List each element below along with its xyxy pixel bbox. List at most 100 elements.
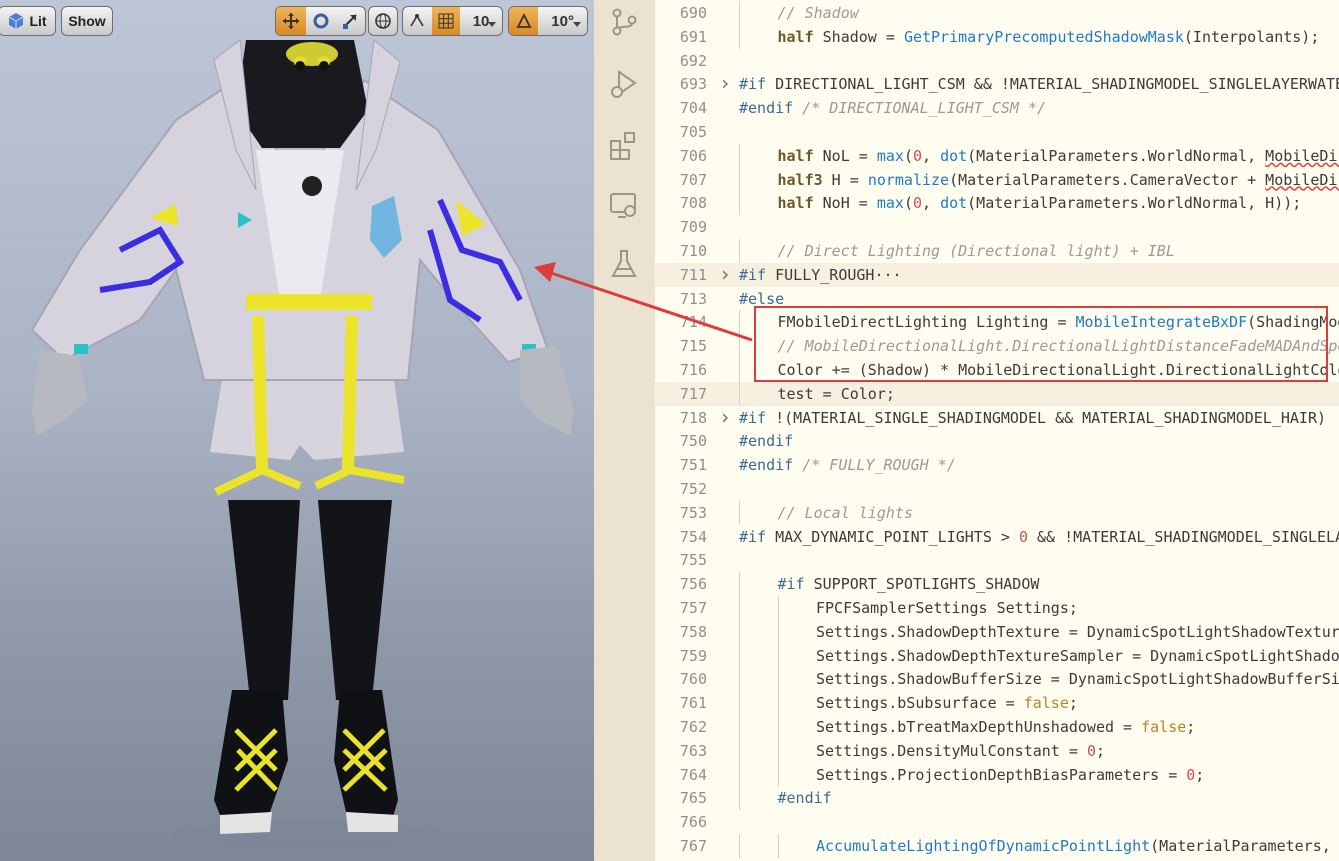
code-line[interactable]: 718 › #if !(MATERIAL_SINGLE_SHADINGMODEL &…: [655, 406, 1339, 430]
code-line[interactable]: 691 half Shadow = GetPrimaryPrecomputedSh…: [655, 24, 1339, 49]
code-token: false: [1023, 694, 1069, 713]
indent-guide: [777, 691, 779, 715]
code-line[interactable]: 755: [655, 548, 1339, 572]
line-number: 692: [679, 51, 707, 70]
code-token: ;: [1068, 694, 1078, 713]
indent-guide: [739, 334, 740, 358]
grid-size-dropdown[interactable]: 10: [460, 7, 502, 35]
code-line[interactable]: 710 // Direct Lighting (Directional light…: [655, 239, 1339, 263]
fold-chevron-icon[interactable]: ›: [719, 72, 731, 94]
code-line[interactable]: 707 half3 H = normalize(MaterialParameter…: [655, 167, 1339, 192]
code-token: /* DIRECTIONAL_LIGHT_CSM */: [802, 99, 1047, 118]
code-line[interactable]: 762 Settings.bTreatMaxDepthUnshadowed = f…: [655, 715, 1339, 739]
activity-bar: [594, 0, 655, 861]
code-text: #endif: [778, 786, 832, 810]
code-line[interactable]: 717 test = Color;: [655, 381, 1339, 406]
code-token: (MaterialParameters.WorldNormal,: [967, 146, 1266, 165]
indent-guide: [777, 834, 779, 858]
indent-guide: [739, 667, 740, 692]
code-token: max: [876, 146, 904, 165]
angle-snap-dropdown[interactable]: 10°: [538, 7, 587, 35]
translate-tool-button[interactable]: [276, 7, 306, 35]
code-text: AccumulateLightingOfDynamicPointLight(Ma…: [816, 834, 1339, 858]
code-line[interactable]: 759 Settings.ShadowDepthTextureSampler = …: [655, 643, 1339, 668]
code-line[interactable]: 751 #endif /* FULLY_ROUGH */: [655, 453, 1339, 477]
code-text: #endif /* DIRECTIONAL_LIGHT_CSM */: [739, 96, 1046, 120]
code-text: // Direct Lighting (Directional light) +…: [778, 239, 1175, 263]
code-editor[interactable]: 690 // Shadow 691 half Shadow = GetPrimaryP…: [655, 0, 1339, 861]
code-token: GetPrimaryPrecomputedShadowMask: [903, 27, 1184, 46]
code-line[interactable]: 761 Settings.bSubsurface = false;: [655, 691, 1339, 715]
code-token: FULLY_ROUGH···: [766, 265, 902, 284]
show-label: Show: [68, 13, 106, 29]
fold-chevron-icon[interactable]: ›: [719, 263, 731, 285]
scale-icon: [343, 14, 357, 29]
code-token: AccumulateLightingOfDynamicPointLight: [816, 837, 1151, 855]
code-token: Settings.ShadowBufferSize = DynamicSpotL…: [816, 670, 1339, 689]
line-number: 764: [679, 765, 707, 784]
code-token: #endif: [739, 456, 794, 475]
line-number: 757: [679, 599, 707, 617]
line-number: 752: [679, 480, 707, 498]
code-text: #endif /* FULLY_ROUGH */: [739, 453, 956, 477]
extensions-icon[interactable]: [608, 130, 640, 162]
run-debug-icon[interactable]: [608, 68, 640, 100]
code-line[interactable]: 706 half NoL = max(0, dot(MaterialParamet…: [655, 143, 1339, 168]
code-line[interactable]: 763 Settings.DensityMulConstant = 0;: [655, 738, 1339, 763]
code-line[interactable]: 708 half NoH = max(0, dot(MaterialParamet…: [655, 191, 1339, 216]
code-line[interactable]: 693 › #if DIRECTIONAL_LIGHT_CSM && !MATERI…: [655, 72, 1339, 96]
code-line[interactable]: 752: [655, 477, 1339, 501]
code-token: ;: [1186, 718, 1196, 736]
code-line[interactable]: 692: [655, 49, 1339, 73]
code-line[interactable]: 705: [655, 120, 1339, 144]
code-line[interactable]: 711 › #if FULLY_ROUGH···: [655, 262, 1339, 287]
code-line[interactable]: 750 #endif: [655, 429, 1339, 453]
cube-icon: [9, 13, 24, 29]
testing-flask-icon[interactable]: [608, 248, 640, 280]
rotate-tool-button[interactable]: [306, 7, 336, 35]
code-line[interactable]: 766: [655, 810, 1339, 834]
lit-mode-button[interactable]: Lit: [0, 6, 56, 36]
code-line[interactable]: 754 #if MAX_DYNAMIC_POINT_LIGHTS > 0 && !…: [655, 525, 1339, 549]
grid-snap-toggle[interactable]: [431, 7, 461, 35]
indent-guide: [739, 167, 740, 192]
surface-snap-button[interactable]: [403, 7, 432, 35]
code-token: #endif: [739, 99, 794, 118]
3d-viewport[interactable]: Lit Show 10 10°: [0, 0, 594, 861]
code-token: (: [903, 146, 913, 165]
code-text: Settings.ShadowBufferSize = DynamicSpotL…: [816, 667, 1339, 691]
code-line[interactable]: 704 #endif /* DIRECTIONAL_LIGHT_CSM */: [655, 96, 1339, 120]
indent-guide: [777, 643, 779, 668]
line-number: 691: [679, 27, 707, 46]
code-text: Settings.ShadowDepthTextureSampler = Dyn…: [816, 644, 1339, 668]
angle-snap-toggle[interactable]: [509, 7, 539, 35]
line-number: 751: [679, 456, 707, 475]
code-token: (MaterialParameters.CameraVector +: [949, 170, 1266, 189]
code-line[interactable]: 753 // Local lights: [655, 500, 1339, 525]
code-line[interactable]: 765 #endif: [655, 786, 1339, 811]
code-token: max: [876, 194, 904, 213]
indent-guide: [777, 667, 779, 692]
code-line[interactable]: 709: [655, 215, 1339, 239]
code-text: Settings.DensityMulConstant = 0;: [816, 739, 1105, 763]
code-token: DIRECTIONAL_LIGHT_CSM && !MATERIAL_SHADI…: [766, 75, 1339, 94]
indent-guide: [739, 381, 740, 406]
code-line[interactable]: 690 // Shadow: [655, 1, 1339, 25]
source-control-icon[interactable]: [608, 6, 640, 38]
scale-tool-button[interactable]: [335, 7, 365, 35]
code-token: false: [1141, 718, 1187, 736]
indent-guide: [739, 619, 740, 644]
world-local-toggle[interactable]: [368, 6, 398, 36]
show-button[interactable]: Show: [61, 6, 113, 36]
code-line[interactable]: 764 Settings.ProjectionDepthBiasParameter…: [655, 762, 1339, 787]
code-token: // Local lights: [777, 503, 913, 522]
line-number: 767: [679, 837, 707, 855]
code-line[interactable]: 757 FPCFSamplerSettings Settings;: [655, 596, 1339, 620]
fold-chevron-icon[interactable]: ›: [719, 406, 731, 428]
code-line[interactable]: 767 AccumulateLightingOfDynamicPointLight…: [655, 834, 1339, 858]
code-line[interactable]: 758 Settings.ShadowDepthTexture = Dynamic…: [655, 619, 1339, 644]
code-line[interactable]: 760 Settings.ShadowBufferSize = DynamicSp…: [655, 667, 1339, 692]
code-token: Settings.ShadowDepthTextureSampler = Dyn…: [816, 646, 1339, 665]
code-line[interactable]: 756 #if SUPPORT_SPOTLIGHTS_SHADOW: [655, 572, 1339, 596]
remote-explorer-icon[interactable]: [608, 190, 640, 222]
